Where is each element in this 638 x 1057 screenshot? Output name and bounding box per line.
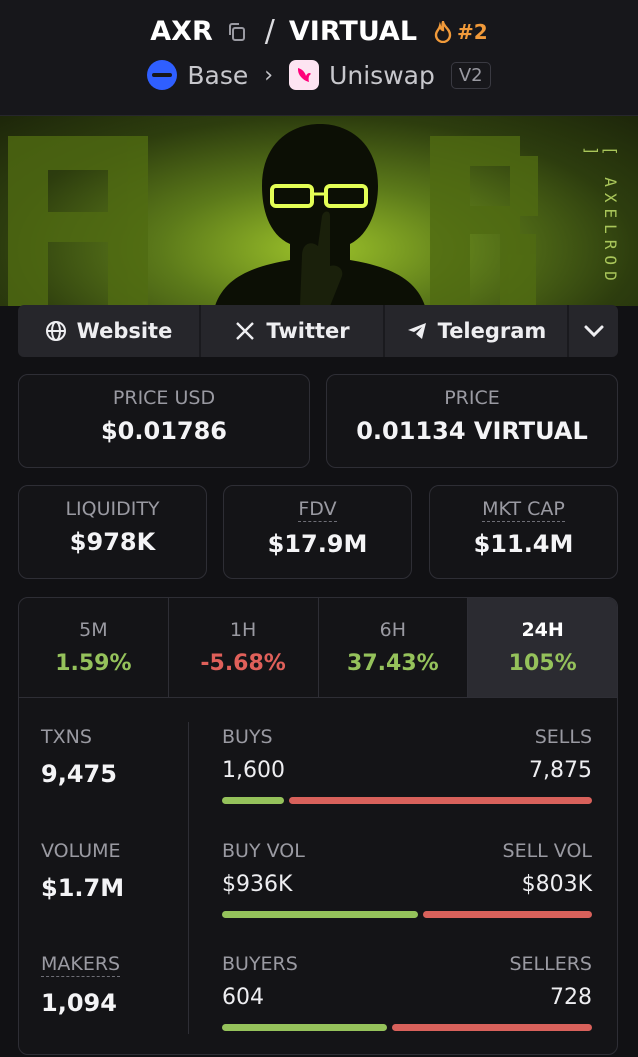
txns-value: 9,475 xyxy=(41,760,117,788)
sellers-value: 728 xyxy=(550,985,592,1010)
buyers-sellers-ratio-bar xyxy=(222,1024,592,1031)
buyers-sellers-metric: BUYERS SELLERS 604 728 xyxy=(222,953,592,1031)
sell-vol-bar xyxy=(423,911,592,918)
volume-metric: VOLUME $1.7M xyxy=(41,840,124,902)
twitter-button[interactable]: Twitter xyxy=(201,305,385,357)
sells-label: SELLS xyxy=(534,726,592,748)
tab-24h[interactable]: 24H 105% xyxy=(468,598,617,697)
market-cap-card[interactable]: MKT CAP $11.4M xyxy=(429,485,618,579)
pair-header: AXR / VIRTUAL #2 Base › Uniswap V2 xyxy=(0,0,638,116)
txns-metric: TXNS 9,475 xyxy=(41,726,117,788)
txns-label: TXNS xyxy=(41,726,92,748)
pair-separator: / xyxy=(264,14,275,49)
twitter-label: Twitter xyxy=(266,319,350,343)
telegram-button[interactable]: Telegram xyxy=(385,305,569,357)
liquidity-label: LIQUIDITY xyxy=(65,498,160,520)
banner-artwork xyxy=(8,124,538,306)
telegram-label: Telegram xyxy=(437,319,547,343)
makers-metric[interactable]: MAKERS 1,094 xyxy=(41,953,121,1017)
fdv-value: $17.9M xyxy=(267,530,368,558)
copy-icon[interactable] xyxy=(227,22,247,42)
chain-dex-row: Base › Uniswap V2 xyxy=(0,60,638,90)
period-label: 5M xyxy=(79,619,108,641)
sells-bar xyxy=(289,797,592,804)
trending-rank[interactable]: #2 xyxy=(433,20,488,44)
period-change: 1.59% xyxy=(55,651,132,676)
tab-5m[interactable]: 5M 1.59% xyxy=(19,598,169,697)
period-change: 105% xyxy=(508,651,577,676)
sells-value: 7,875 xyxy=(529,758,592,783)
chevron-right-icon: › xyxy=(264,62,274,88)
period-label: 6H xyxy=(379,619,407,641)
price-native-value: 0.01134 VIRTUAL xyxy=(356,417,588,445)
buyers-value: 604 xyxy=(222,985,264,1010)
price-usd-card: PRICE USD $0.01786 xyxy=(18,374,310,468)
pair-title: AXR / VIRTUAL #2 xyxy=(0,14,638,49)
sellers-bar xyxy=(392,1024,592,1031)
liquidity-value: $978K xyxy=(69,528,156,556)
version-badge: V2 xyxy=(450,61,491,89)
buyers-bar xyxy=(222,1024,387,1031)
price-native-label: PRICE xyxy=(444,387,500,409)
makers-label: MAKERS xyxy=(41,953,121,977)
price-usd-label: PRICE USD xyxy=(112,387,216,409)
buy-vol-label: BUY VOL xyxy=(222,840,305,862)
banner-side-text: [ AXELROD ] xyxy=(582,146,620,287)
metrics-section: TXNS 9,475 VOLUME $1.7M MAKERS 1,094 BUY… xyxy=(19,698,617,1054)
tab-1h[interactable]: 1H -5.68% xyxy=(169,598,319,697)
buys-label: BUYS xyxy=(222,726,273,748)
uniswap-icon xyxy=(289,60,320,90)
price-native-card: PRICE 0.01134 VIRTUAL xyxy=(326,374,618,468)
trading-stats-panel: 5M 1.59% 1H -5.68% 6H 37.43% 24H 105% TX… xyxy=(18,597,618,1055)
fdv-card[interactable]: FDV $17.9M xyxy=(223,485,412,579)
base-chain-icon xyxy=(147,60,178,90)
globe-icon xyxy=(45,321,66,341)
buys-sells-metric: BUYS SELLS 1,600 7,875 xyxy=(222,726,592,804)
buy-sell-volume-metric: BUY VOL SELL VOL $936K $803K xyxy=(222,840,592,918)
sell-vol-value: $803K xyxy=(521,872,592,897)
period-change: -5.68% xyxy=(200,651,286,676)
x-logo-icon xyxy=(236,322,255,340)
period-change: 37.43% xyxy=(347,651,439,676)
quote-symbol: VIRTUAL xyxy=(288,16,418,47)
tab-6h[interactable]: 6H 37.43% xyxy=(319,598,469,697)
website-button[interactable]: Website xyxy=(18,305,201,357)
base-symbol: AXR xyxy=(150,16,213,47)
buys-sells-ratio-bar xyxy=(222,797,592,804)
market-cap-label: MKT CAP xyxy=(482,498,565,522)
buy-vol-value: $936K xyxy=(222,872,293,897)
period-label: 1H xyxy=(229,619,257,641)
makers-value: 1,094 xyxy=(41,989,117,1017)
liquidity-card: LIQUIDITY $978K xyxy=(18,485,207,579)
buys-value: 1,600 xyxy=(222,758,285,783)
sell-vol-label: SELL VOL xyxy=(502,840,592,862)
volume-label: VOLUME xyxy=(41,840,121,862)
period-label: 24H xyxy=(521,619,564,641)
flame-icon xyxy=(434,20,452,43)
price-usd-value: $0.01786 xyxy=(100,417,227,445)
chevron-down-icon xyxy=(584,325,603,338)
volume-value: $1.7M xyxy=(41,874,125,902)
market-cap-value: $11.4M xyxy=(473,530,574,558)
more-links-button[interactable] xyxy=(569,305,618,357)
buys-bar xyxy=(222,797,284,804)
fdv-label: FDV xyxy=(298,498,337,522)
buyers-label: BUYERS xyxy=(222,953,298,975)
rank-label: #2 xyxy=(457,19,488,44)
token-banner: [ AXELROD ] xyxy=(0,116,638,306)
metrics-divider xyxy=(188,722,189,1034)
chain-name[interactable]: Base xyxy=(187,61,248,90)
period-tabs: 5M 1.59% 1H -5.68% 6H 37.43% 24H 105% xyxy=(19,598,617,698)
dex-name[interactable]: Uniswap xyxy=(329,61,435,90)
website-label: Website xyxy=(76,319,173,343)
sellers-label: SELLERS xyxy=(509,953,592,975)
telegram-icon xyxy=(407,323,426,339)
buy-sell-volume-ratio-bar xyxy=(222,911,592,918)
buy-vol-bar xyxy=(222,911,418,918)
social-links-bar: Website Twitter Telegram xyxy=(18,305,618,357)
